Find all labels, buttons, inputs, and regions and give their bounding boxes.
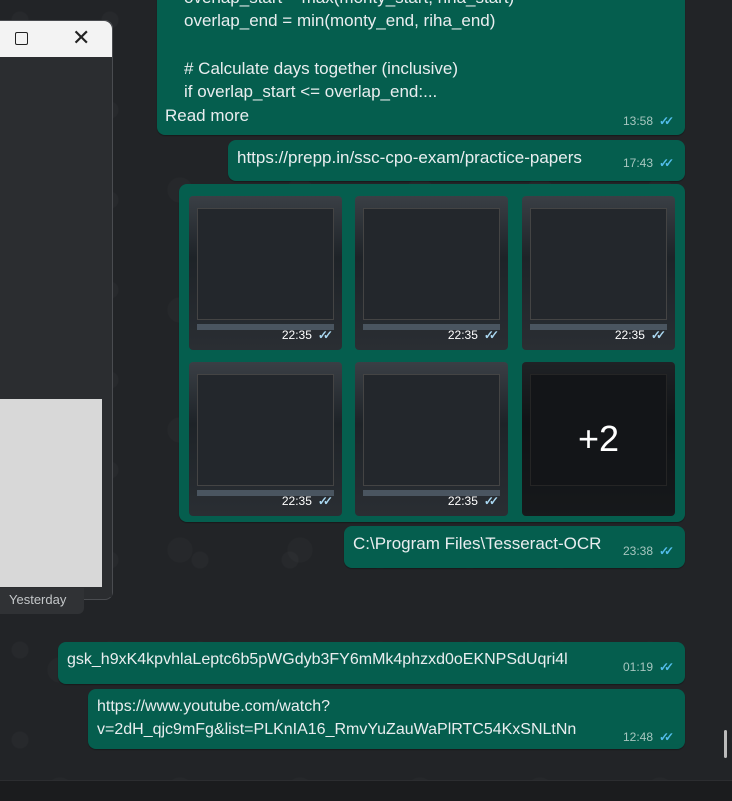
thumbnail-time: 22:35 <box>447 494 478 508</box>
scrollbar-thumb[interactable] <box>724 730 727 758</box>
message-meta: 01:19 ✓✓ <box>623 660 674 674</box>
read-ticks-icon: ✓✓ <box>483 328 499 342</box>
code-line: if overlap_start <= overlap_end:... <box>184 82 438 101</box>
message-time: 17:43 <box>623 156 654 170</box>
message-meta: 13:58 ✓✓ <box>623 114 674 128</box>
message-link[interactable]: v=2dH_qjc9mFg&list=PLKnIA16_RmvYuZauWaPl… <box>97 721 576 739</box>
bottom-bar <box>0 780 732 801</box>
thumbnail-time: 22:35 <box>281 494 312 508</box>
message-time: 12:48 <box>623 730 654 744</box>
read-ticks-icon: ✓✓ <box>659 156 674 170</box>
read-ticks-icon: ✓✓ <box>659 544 674 558</box>
read-ticks-icon: ✓✓ <box>483 494 499 508</box>
message-link[interactable]: https://www.youtube.com/watch? <box>97 698 330 716</box>
thumbnail-time: 22:35 <box>447 328 478 342</box>
thumbnail-time: 22:35 <box>614 328 645 342</box>
message-time: 13:58 <box>623 114 654 128</box>
message-link[interactable]: https://prepp.in/ssc-cpo-exam/practice-p… <box>237 148 582 168</box>
media-thumbnail[interactable]: 22:35 ✓✓ <box>189 362 342 516</box>
thumbnail-meta: 22:35 ✓✓ <box>447 328 499 342</box>
image-preview[interactable] <box>0 399 102 587</box>
thumbnail-meta: 22:35 ✓✓ <box>281 494 333 508</box>
code-line: # Calculate days together (inclusive) <box>184 59 459 78</box>
date-label: Yesterday <box>0 588 84 614</box>
message-text: C:\Program Files\Tesseract-OCR <box>353 534 602 553</box>
screenshot-preview <box>530 208 667 320</box>
media-album-bubble[interactable]: 22:35 ✓✓ 22:35 ✓✓ 22:35 ✓✓ 22:35 ✓✓ 22:3… <box>179 184 685 522</box>
window-titlebar[interactable]: ✕ <box>0 21 112 57</box>
code-line: overlap_start = max(monty_start, riha_st… <box>184 0 514 8</box>
thumbnail-time: 22:35 <box>281 328 312 342</box>
message-bubble-text[interactable]: C:\Program Files\Tesseract-OCR 23:38 ✓✓ <box>344 526 685 568</box>
message-meta: 17:43 ✓✓ <box>623 156 674 170</box>
media-thumbnail[interactable]: 22:35 ✓✓ <box>355 196 508 350</box>
message-bubble-text[interactable]: gsk_h9xK4kpvhlaLeptc6b5pWGdyb3FY6mMk4phz… <box>58 642 685 684</box>
read-more-link[interactable]: Read more <box>165 106 249 126</box>
screenshot-preview <box>197 208 334 320</box>
media-thumbnail[interactable]: 22:35 ✓✓ <box>189 196 342 350</box>
message-bubble-code[interactable]: overlap_start = max(monty_start, riha_st… <box>157 0 685 135</box>
message-bubble-link[interactable]: https://www.youtube.com/watch? v=2dH_qjc… <box>88 689 685 749</box>
thumbnail-meta: 22:35 ✓✓ <box>614 328 666 342</box>
message-bubble-link[interactable]: https://prepp.in/ssc-cpo-exam/practice-p… <box>228 140 685 181</box>
screenshot-preview <box>197 374 334 486</box>
close-icon[interactable]: ✕ <box>72 25 90 51</box>
media-thumbnail[interactable]: 22:35 ✓✓ <box>522 196 675 350</box>
message-time: 01:19 <box>623 660 654 674</box>
read-ticks-icon: ✓✓ <box>659 730 674 744</box>
read-ticks-icon: ✓✓ <box>650 328 666 342</box>
maximize-icon[interactable] <box>15 32 28 45</box>
thumbnail-meta: 22:35 ✓✓ <box>447 494 499 508</box>
read-ticks-icon: ✓✓ <box>317 328 333 342</box>
screenshot-preview <box>363 374 500 486</box>
message-time: 23:38 <box>623 544 654 558</box>
read-ticks-icon: ✓✓ <box>317 494 333 508</box>
screenshot-preview <box>363 208 500 320</box>
message-meta: 12:48 ✓✓ <box>623 730 674 744</box>
read-ticks-icon: ✓✓ <box>659 114 674 128</box>
media-thumbnail[interactable]: 22:35 ✓✓ <box>355 362 508 516</box>
message-text: gsk_h9xK4kpvhlaLeptc6b5pWGdyb3FY6mMk4phz… <box>67 651 568 668</box>
message-meta: 23:38 ✓✓ <box>623 544 674 558</box>
thumbnail-meta: 22:35 ✓✓ <box>281 328 333 342</box>
read-ticks-icon: ✓✓ <box>659 660 674 674</box>
more-count: +2 <box>522 362 675 516</box>
media-thumbnail-more[interactable]: +2 <box>522 362 675 516</box>
code-line: overlap_end = min(monty_end, riha_end) <box>184 11 496 30</box>
